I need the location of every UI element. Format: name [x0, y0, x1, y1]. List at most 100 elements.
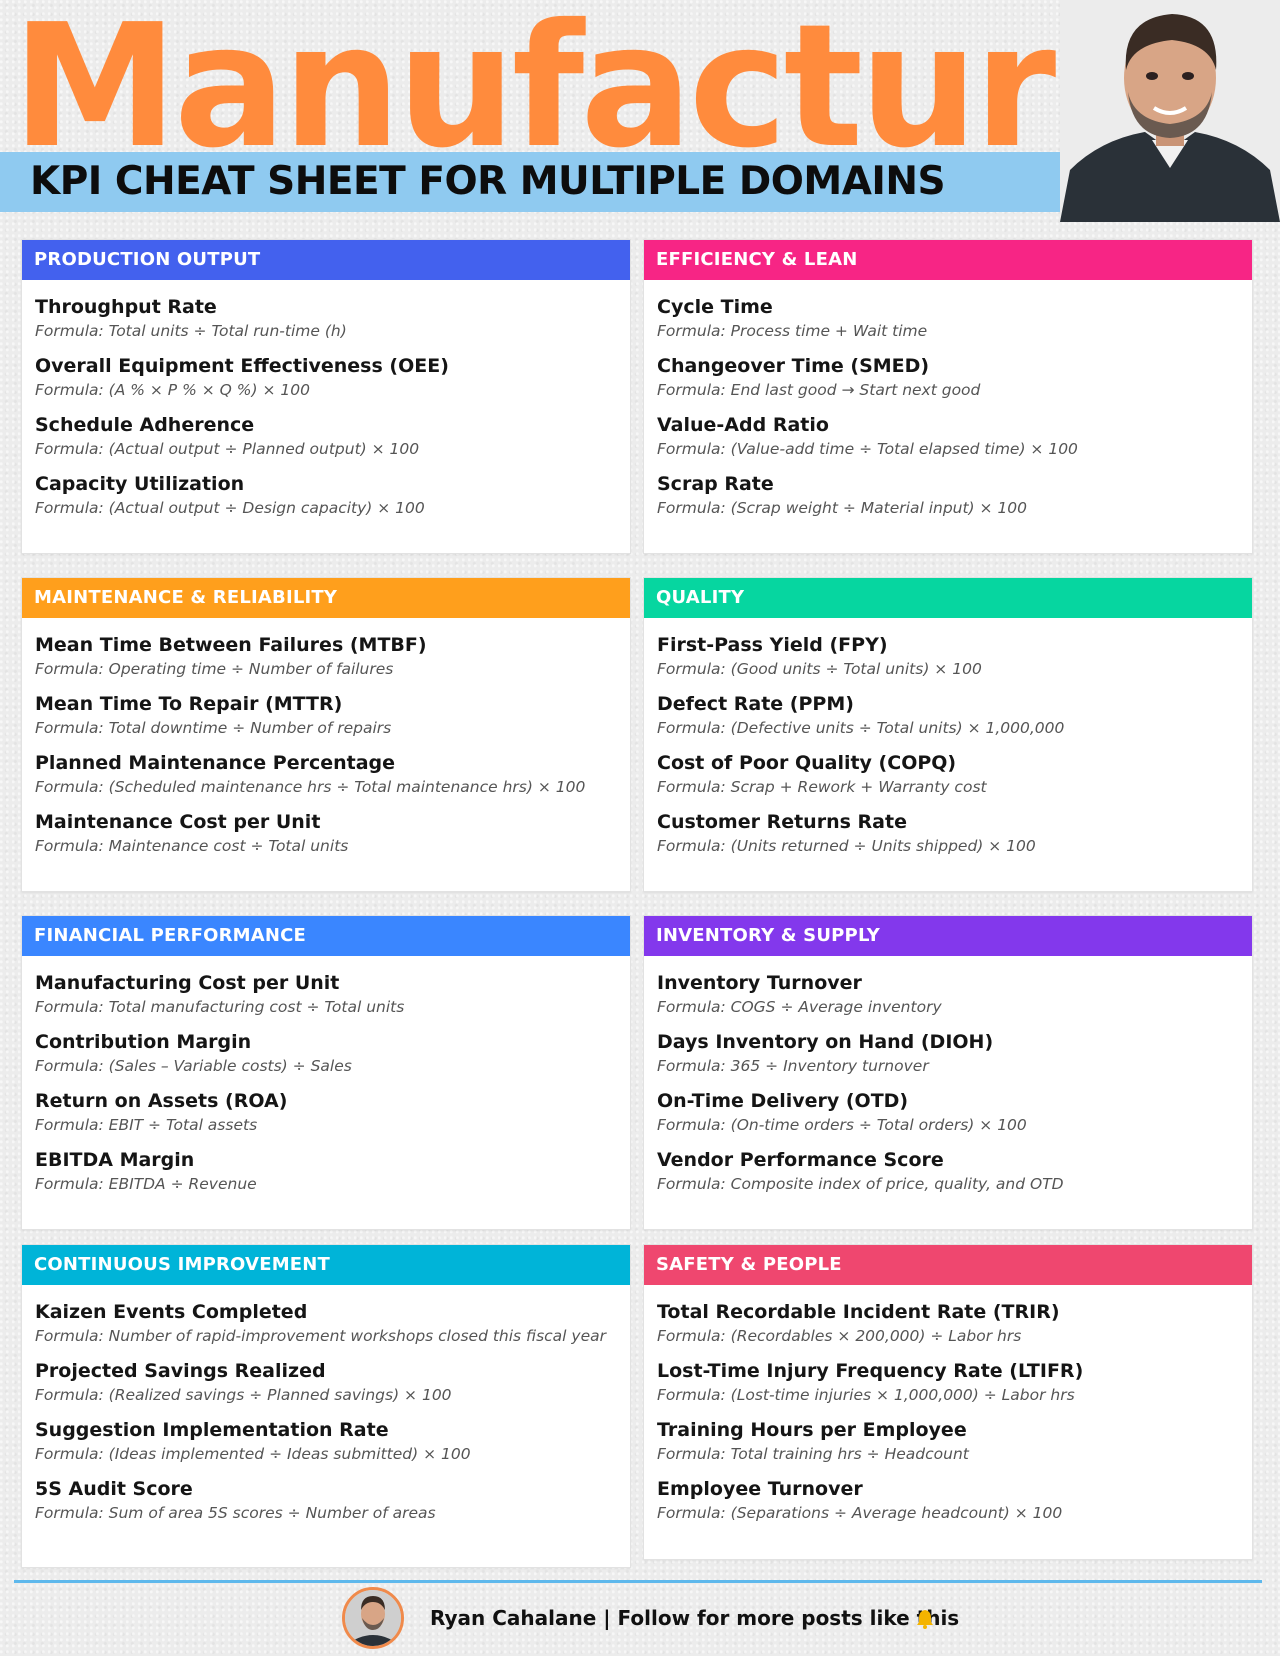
kpi-formula: Formula: Total units ÷ Total run-time (h… — [35, 322, 347, 340]
card-heading: MAINTENANCE & RELIABILITY — [22, 578, 630, 618]
kpi-formula: Formula: (A % × P % × Q %) × 100 — [35, 381, 310, 399]
kpi-formula: Formula: (Scheduled maintenance hrs ÷ To… — [35, 778, 586, 796]
kpi-formula: Formula: Total manufacturing cost ÷ Tota… — [35, 998, 405, 1016]
card-heading: FINANCIAL PERFORMANCE — [22, 916, 630, 956]
footer-divider — [14, 1580, 1262, 1583]
kpi-card: INVENTORY & SUPPLY Inventory Turnover Form… — [643, 915, 1253, 1230]
kpi-formula: Formula: (Actual output ÷ Design capacit… — [35, 499, 425, 517]
header: Manufacturing KPI CHEAT SHEET FOR MULTIP… — [0, 0, 1280, 225]
kpi-item: Manufacturing Cost per Unit Formula: Tota… — [35, 970, 618, 1019]
kpi-card: CONTINUOUS IMPROVEMENT Kaizen Events Comp… — [21, 1244, 631, 1568]
kpi-formula: Formula: (Separations ÷ Average headcoun… — [657, 1504, 1063, 1522]
kpi-name: Suggestion Implementation Rate — [35, 1419, 389, 1441]
kpi-item: Lost-Time Injury Frequency Rate (LTIFR) F… — [657, 1358, 1240, 1407]
kpi-card: PRODUCTION OUTPUT Throughput Rate Formula:… — [21, 239, 631, 554]
kpi-name: Days Inventory on Hand (DIOH) — [657, 1031, 994, 1053]
kpi-formula: Formula: (On-time orders ÷ Total orders)… — [657, 1116, 1027, 1134]
card-body: Kaizen Events Completed Formula: Number o… — [22, 1285, 630, 1525]
kpi-name: Total Recordable Incident Rate (TRIR) — [657, 1301, 1060, 1323]
kpi-item: Mean Time Between Failures (MTBF) Formula… — [35, 632, 618, 681]
kpi-formula: Formula: Process time + Wait time — [657, 322, 928, 340]
kpi-item: EBITDA Margin Formula: EBITDA ÷ Revenue — [35, 1147, 618, 1196]
kpi-name: Capacity Utilization — [35, 473, 245, 495]
kpi-name: Schedule Adherence — [35, 414, 255, 436]
kpi-name: Customer Returns Rate — [657, 811, 907, 833]
kpi-name: Projected Savings Realized — [35, 1360, 326, 1382]
kpi-item: Days Inventory on Hand (DIOH) Formula: 36… — [657, 1029, 1240, 1078]
kpi-name: First-Pass Yield (FPY) — [657, 634, 888, 656]
kpi-card: SAFETY & PEOPLE Total Recordable Incident… — [643, 1244, 1253, 1560]
kpi-name: Value-Add Ratio — [657, 414, 829, 436]
card-heading: CONTINUOUS IMPROVEMENT — [22, 1245, 630, 1285]
avatar-image — [345, 1590, 401, 1646]
kpi-item: Contribution Margin Formula: (Sales – Var… — [35, 1029, 618, 1078]
kpi-item: Defect Rate (PPM) Formula: (Defective uni… — [657, 691, 1240, 740]
author-portrait — [1060, 0, 1280, 222]
kpi-formula: Formula: EBITDA ÷ Revenue — [35, 1175, 257, 1193]
kpi-item: Capacity Utilization Formula: (Actual out… — [35, 471, 618, 520]
bell-icon — [917, 1610, 933, 1629]
kpi-formula: Formula: Total downtime ÷ Number of repa… — [35, 719, 392, 737]
kpi-name: Kaizen Events Completed — [35, 1301, 308, 1323]
card-body: Inventory Turnover Formula: COGS ÷ Averag… — [644, 956, 1252, 1196]
kpi-formula: Formula: Maintenance cost ÷ Total units — [35, 837, 349, 855]
kpi-formula: Formula: (Scrap weight ÷ Material input)… — [657, 499, 1028, 517]
kpi-name: Defect Rate (PPM) — [657, 693, 854, 715]
kpi-item: Customer Returns Rate Formula: (Units ret… — [657, 809, 1240, 858]
kpi-formula: Formula: 365 ÷ Inventory turnover — [657, 1057, 929, 1075]
kpi-formula: Formula: COGS ÷ Average inventory — [657, 998, 942, 1016]
card-body: Cycle Time Formula: Process time + Wait t… — [644, 280, 1252, 520]
kpi-name: Contribution Margin — [35, 1031, 252, 1053]
kpi-formula: Formula: (Lost-time injuries × 1,000,000… — [657, 1386, 1075, 1404]
kpi-card: FINANCIAL PERFORMANCE Manufacturing Cost … — [21, 915, 631, 1230]
kpi-formula: Formula: EBIT ÷ Total assets — [35, 1116, 258, 1134]
kpi-formula: Formula: Operating time ÷ Number of fail… — [35, 660, 394, 678]
kpi-formula: Formula: Scrap + Rework + Warranty cost — [657, 778, 987, 796]
kpi-formula: Formula: Sum of area 5S scores ÷ Number … — [35, 1504, 436, 1522]
kpi-item: On-Time Delivery (OTD) Formula: (On-time … — [657, 1088, 1240, 1137]
kpi-item: Return on Assets (ROA) Formula: EBIT ÷ To… — [35, 1088, 618, 1137]
card-body: Total Recordable Incident Rate (TRIR) For… — [644, 1285, 1252, 1525]
portrait-image — [1060, 0, 1280, 222]
kpi-item: 5S Audit Score Formula: Sum of area 5S sc… — [35, 1476, 618, 1525]
kpi-formula: Formula: End last good → Start next good — [657, 381, 981, 399]
kpi-formula: Formula: (Ideas implemented ÷ Ideas subm… — [35, 1445, 471, 1463]
kpi-item: Vendor Performance Score Formula: Composi… — [657, 1147, 1240, 1196]
kpi-name: Training Hours per Employee — [657, 1419, 967, 1441]
kpi-name: Throughput Rate — [35, 296, 217, 318]
card-heading: QUALITY — [644, 578, 1252, 618]
card-body: Throughput Rate Formula: Total units ÷ To… — [22, 280, 630, 520]
kpi-item: Mean Time To Repair (MTTR) Formula: Total… — [35, 691, 618, 740]
kpi-name: Planned Maintenance Percentage — [35, 752, 396, 774]
card-heading: SAFETY & PEOPLE — [644, 1245, 1252, 1285]
kpi-item: Cost of Poor Quality (COPQ) Formula: Scra… — [657, 750, 1240, 799]
kpi-formula: Formula: Composite index of price, quali… — [657, 1175, 1064, 1193]
kpi-formula: Formula: Total training hrs ÷ Headcount — [657, 1445, 969, 1463]
kpi-name: Lost-Time Injury Frequency Rate (LTIFR) — [657, 1360, 1084, 1382]
kpi-formula: Formula: (Sales – Variable costs) ÷ Sale… — [35, 1057, 352, 1075]
kpi-formula: Formula: (Realized savings ÷ Planned sav… — [35, 1386, 452, 1404]
kpi-formula: Formula: (Value-add time ÷ Total elapsed… — [657, 440, 1078, 458]
kpi-name: Scrap Rate — [657, 473, 774, 495]
page-subtitle: KPI CHEAT SHEET FOR MULTIPLE DOMAINS — [30, 159, 946, 204]
footer-text: Ryan Cahalane | Follow for more posts li… — [430, 1606, 960, 1630]
kpi-name: Changeover Time (SMED) — [657, 355, 930, 377]
kpi-name: Manufacturing Cost per Unit — [35, 972, 340, 994]
kpi-item: Changeover Time (SMED) Formula: End last … — [657, 353, 1240, 402]
kpi-item: Inventory Turnover Formula: COGS ÷ Averag… — [657, 970, 1240, 1019]
kpi-name: Mean Time Between Failures (MTBF) — [35, 634, 427, 656]
kpi-name: Inventory Turnover — [657, 972, 862, 994]
kpi-item: Cycle Time Formula: Process time + Wait t… — [657, 294, 1240, 343]
kpi-formula: Formula: Number of rapid-improvement wor… — [35, 1327, 606, 1345]
kpi-item: Schedule Adherence Formula: (Actual outpu… — [35, 412, 618, 461]
kpi-item: Maintenance Cost per Unit Formula: Mainte… — [35, 809, 618, 858]
kpi-name: Mean Time To Repair (MTTR) — [35, 693, 343, 715]
kpi-name: Overall Equipment Effectiveness (OEE) — [35, 355, 449, 377]
card-body: Manufacturing Cost per Unit Formula: Tota… — [22, 956, 630, 1196]
kpi-name: 5S Audit Score — [35, 1478, 193, 1500]
kpi-item: Training Hours per Employee Formula: Tota… — [657, 1417, 1240, 1466]
kpi-formula: Formula: (Defective units ÷ Total units)… — [657, 719, 1065, 737]
kpi-formula: Formula: (Actual output ÷ Planned output… — [35, 440, 420, 458]
card-body: First-Pass Yield (FPY) Formula: (Good uni… — [644, 618, 1252, 858]
kpi-item: Employee Turnover Formula: (Separations ÷… — [657, 1476, 1240, 1525]
